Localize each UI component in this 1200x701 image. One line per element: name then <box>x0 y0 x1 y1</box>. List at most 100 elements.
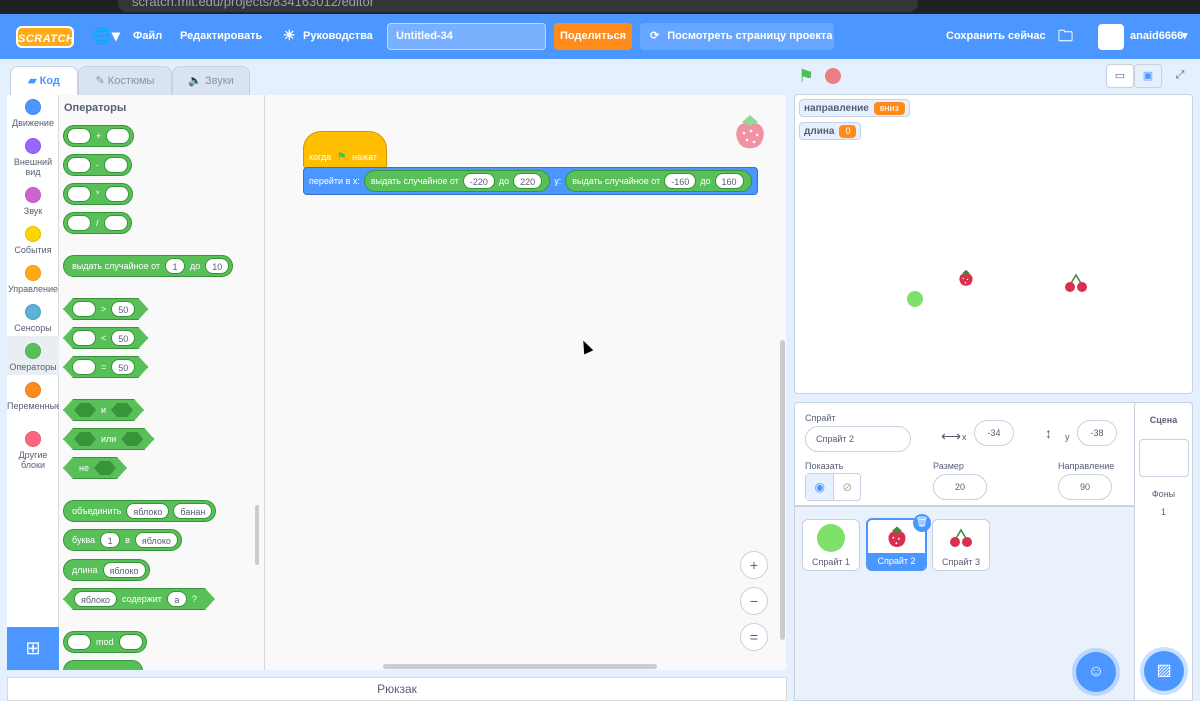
backpack-bar[interactable]: Рюкзак <box>7 677 787 701</box>
slot[interactable]: яблоко <box>74 591 117 607</box>
eye-slash-icon[interactable]: ⊘ <box>833 474 860 500</box>
category-item[interactable]: Управление <box>7 265 59 294</box>
x-input[interactable]: -34 <box>974 420 1014 446</box>
green-ball-sprite[interactable] <box>907 291 923 307</box>
category-item[interactable]: Сенсоры <box>7 304 59 333</box>
slot[interactable] <box>74 432 96 446</box>
cherry-sprite[interactable] <box>1064 273 1088 293</box>
block-join[interactable]: объединить яблоко банан <box>63 500 217 522</box>
sprite-card[interactable]: Спрайт 3 <box>932 519 990 571</box>
slot[interactable] <box>121 432 143 446</box>
block-equals[interactable]: = 50 <box>63 356 148 378</box>
block-length-of[interactable]: длина яблоко <box>63 559 150 581</box>
menu-edit[interactable]: Редактировать <box>180 30 262 42</box>
url-bar[interactable]: scratch.mit.edu/projects/834163012/edito… <box>118 0 918 12</box>
block-round[interactable] <box>63 660 143 670</box>
project-title-input[interactable]: Untitled-34 <box>387 23 546 50</box>
see-project-page-button[interactable]: ⟳ Посмотреть страницу проекта <box>640 23 834 50</box>
tab-sounds[interactable]: 🔈 Звуки <box>172 66 250 96</box>
add-extension-button[interactable]: ⊞ <box>7 627 59 670</box>
add-backdrop-button[interactable]: ▨ <box>1144 651 1184 691</box>
zoom-reset-button[interactable]: = <box>740 623 768 651</box>
code-area[interactable]: когда ⚑ нажат перейти в x: выдать случай… <box>265 95 786 670</box>
slot[interactable]: 50 <box>111 359 135 375</box>
slot[interactable] <box>72 359 96 375</box>
block-divide[interactable]: / <box>63 212 132 234</box>
slot[interactable]: 50 <box>111 301 135 317</box>
slot[interactable] <box>67 157 91 173</box>
slot[interactable] <box>72 301 96 317</box>
scratch-logo[interactable]: SCRATCH <box>16 26 74 48</box>
add-sprite-button[interactable]: ☺ <box>1076 652 1116 692</box>
category-item[interactable]: События <box>7 226 59 255</box>
zoom-out-button[interactable]: − <box>740 587 768 615</box>
block-contains[interactable]: яблоко содержит а? <box>63 588 215 610</box>
random-y-block[interactable]: выдать случайное от -160 до 160 <box>565 170 752 192</box>
fullscreen-button[interactable]: ⤢ <box>1166 64 1194 88</box>
slot[interactable] <box>74 403 96 417</box>
vertical-scrollbar[interactable] <box>780 340 785 640</box>
category-item[interactable]: Внешний вид <box>7 138 59 177</box>
slot[interactable] <box>106 128 131 144</box>
goto-xy-block[interactable]: перейти в x: выдать случайное от -220 до 22… <box>303 167 758 195</box>
block-or[interactable]: или <box>63 428 154 450</box>
horizontal-scrollbar[interactable] <box>383 664 657 669</box>
green-flag-button[interactable]: ⚑ <box>798 66 814 87</box>
slot[interactable]: яблоко <box>102 562 146 578</box>
folder-icon[interactable]: 🗀 <box>1058 26 1073 51</box>
stage-selector[interactable]: Сцена Фоны 1 ▨ <box>1134 402 1193 701</box>
slot[interactable]: яблоко <box>134 532 178 548</box>
block-mod[interactable]: mod <box>63 631 147 653</box>
random-x-block[interactable]: выдать случайное от -220 до 220 <box>363 170 551 192</box>
slot[interactable]: 1 <box>100 532 121 548</box>
block-letter-of[interactable]: буква 1 в яблоко <box>63 529 182 551</box>
eye-icon[interactable]: ◉ <box>806 474 834 500</box>
save-now-button[interactable]: Сохранить сейчас <box>946 30 1046 42</box>
block-random[interactable]: выдать случайное от 1 до 10 <box>63 255 234 277</box>
slot[interactable]: -160 <box>664 173 697 189</box>
slot[interactable]: 1 <box>165 258 186 274</box>
sprite-card-selected[interactable]: Спрайт 2 🗑 <box>866 514 931 571</box>
when-flag-clicked-block[interactable]: когда ⚑ нажат <box>303 131 387 169</box>
slot[interactable] <box>118 634 143 650</box>
slot[interactable] <box>67 634 91 650</box>
slot[interactable] <box>67 186 91 202</box>
stop-button[interactable] <box>825 68 841 84</box>
share-button[interactable]: Поделиться <box>554 23 632 50</box>
tab-code[interactable]: ▰ Код <box>10 66 78 97</box>
category-item[interactable]: Звук <box>7 187 59 216</box>
slot[interactable]: 10 <box>205 258 230 274</box>
category-item[interactable]: Другие блоки <box>7 431 59 470</box>
zoom-in-button[interactable]: + <box>740 551 768 579</box>
block-multiply[interactable]: * <box>63 183 133 205</box>
palette-scrollbar[interactable] <box>255 505 259 565</box>
slot[interactable] <box>67 128 91 144</box>
slot[interactable] <box>67 215 91 231</box>
slot[interactable]: 160 <box>714 173 744 189</box>
strawberry-sprite[interactable] <box>956 267 976 289</box>
size-input[interactable]: 20 <box>933 474 987 500</box>
normal-stage-button[interactable]: ▣ <box>1134 64 1162 88</box>
sprite-card[interactable]: Спрайт 1 <box>802 519 860 571</box>
block-less[interactable]: <50 <box>63 327 148 349</box>
slot[interactable] <box>104 186 129 202</box>
avatar[interactable] <box>1098 24 1124 50</box>
y-input[interactable]: -38 <box>1077 420 1117 446</box>
menu-tutorials[interactable]: Руководства <box>303 30 373 42</box>
category-item[interactable]: Переменные <box>7 382 61 411</box>
tab-costumes[interactable]: ✎ Костюмы <box>78 66 172 96</box>
delete-sprite-icon[interactable]: 🗑 <box>913 514 931 532</box>
username[interactable]: anaid6666 <box>1130 30 1183 42</box>
menu-file[interactable]: Файл <box>133 30 162 42</box>
slot[interactable] <box>103 215 128 231</box>
sprite-name-input[interactable]: Спрайт 2 <box>805 426 911 452</box>
block-subtract[interactable]: - <box>63 154 132 176</box>
slot[interactable]: 50 <box>111 330 135 346</box>
chevron-down-icon[interactable]: ▾ <box>1182 29 1188 42</box>
slot[interactable] <box>111 403 133 417</box>
slot[interactable] <box>94 461 116 475</box>
slot[interactable]: 220 <box>513 173 543 189</box>
small-stage-button[interactable]: ▭ <box>1106 64 1134 88</box>
slot[interactable]: а <box>167 591 187 607</box>
category-item[interactable]: Операторы <box>7 343 59 372</box>
